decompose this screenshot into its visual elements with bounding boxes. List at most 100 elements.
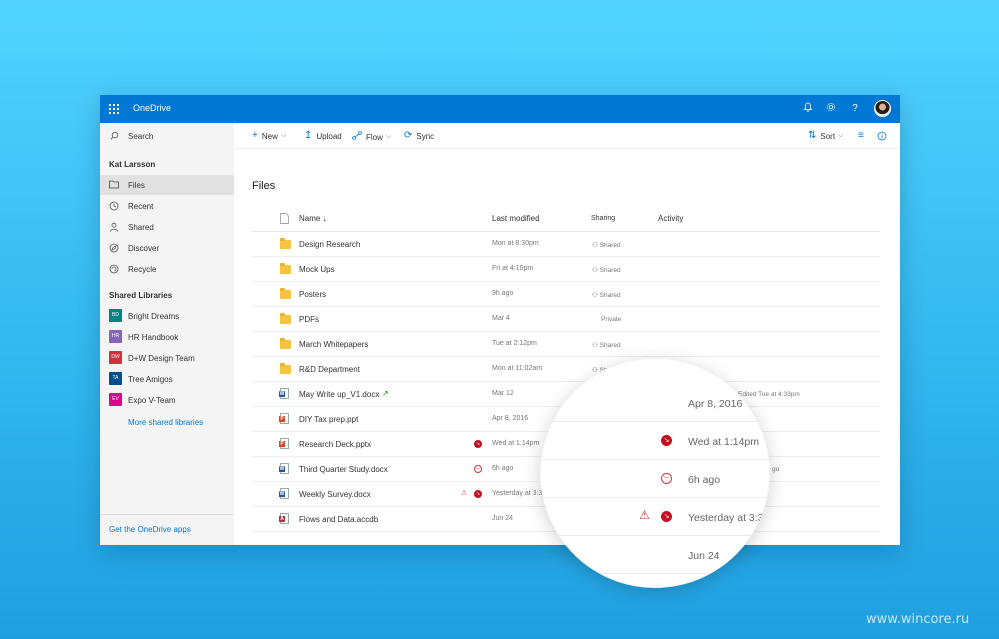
list-view-icon: ≡ [858, 130, 864, 141]
search-label: Search [128, 132, 154, 141]
file-name[interactable]: DIY Tax prep.ppt [299, 415, 358, 424]
sidebar-item-discover[interactable]: Discover [100, 238, 234, 258]
recycle-icon [109, 264, 119, 274]
library-label: Tree Amigos [128, 375, 173, 384]
sidebar-item-recycle[interactable]: Recycle [100, 259, 234, 279]
chevron-down-icon: ⌵ [838, 132, 844, 139]
last-modified: Mon at 11:02am [492, 365, 543, 372]
file-name[interactable]: Posters [299, 290, 326, 299]
new-button[interactable]: + New ⌵ [252, 131, 286, 141]
library-bright-dreams[interactable]: BD Bright Dreams [100, 306, 234, 326]
activity-text: go [772, 466, 780, 473]
column-last-modified[interactable]: Last modified [492, 214, 540, 223]
file-name[interactable]: Mock Ups [299, 265, 335, 274]
magnified-row: ⚠ ↘ Yesterday at 3:3 [540, 498, 770, 536]
help-icon[interactable]: ? [848, 102, 862, 116]
sharing-status: ⚇ Shared [592, 242, 621, 249]
file-name[interactable]: May Write up_V1.docx [299, 390, 379, 399]
blocked-icon[interactable]: – [474, 465, 482, 473]
upload-label: Upload [316, 131, 342, 141]
column-activity[interactable]: Activity [658, 214, 683, 223]
sync-label: Sync [416, 131, 435, 141]
sync-error-icon: ↘ [661, 511, 672, 522]
sort-icon: ⇅ [808, 130, 817, 141]
sync-button[interactable]: ⟳ Sync [404, 131, 434, 141]
last-modified: Fri at 4:10pm [492, 265, 534, 272]
discover-icon [109, 243, 119, 253]
upload-button[interactable]: ↥ Upload [304, 131, 342, 141]
more-shared-libraries-link[interactable]: More shared libraries [128, 418, 203, 427]
magnified-row: Jun 24 [540, 536, 770, 574]
plus-icon: + [252, 130, 258, 141]
library-dw-design-team[interactable]: DW D+W Design Team [100, 348, 234, 368]
last-modified: Mon at 8:30pm [492, 240, 539, 247]
folder-icon [280, 238, 291, 249]
onedrive-window: OneDrive ? Search Kat Larsson Files Rece… [100, 95, 900, 545]
library-label: HR Handbook [128, 333, 179, 342]
file-name[interactable]: Flows and Data.accdb [299, 515, 378, 524]
chevron-down-icon: ⌵ [280, 132, 287, 139]
file-name[interactable]: PDFs [299, 315, 319, 324]
table-row[interactable]: Mock Ups Fri at 4:10pm ⚇ Shared [252, 257, 880, 282]
sidebar-item-files[interactable]: Files [100, 175, 234, 195]
trending-icon: ↗ [382, 389, 389, 398]
app-title[interactable]: OneDrive [133, 103, 171, 113]
file-name[interactable]: Weekly Survey.docx [299, 490, 371, 499]
sidebar-item-recent[interactable]: Recent [100, 196, 234, 216]
word-file-icon: W [279, 463, 289, 474]
table-row[interactable]: R&D Department Mon at 11:02am ⚇ Sh [252, 357, 880, 382]
magnified-row: – 6h ago [540, 460, 770, 498]
file-name[interactable]: Third Quarter Study.docx [299, 465, 388, 474]
sync-error-icon[interactable]: ↘ [474, 440, 482, 448]
access-file-icon: A [279, 513, 289, 524]
gear-icon[interactable] [824, 102, 838, 116]
magnified-date: 6h ago [688, 474, 721, 486]
shared-libraries-heading: Shared Libraries [109, 291, 173, 300]
view-options-button[interactable]: ≡ [858, 131, 868, 141]
sort-button[interactable]: ⇅ Sort ⌵ [808, 131, 843, 141]
library-expo-v-team[interactable]: EV Expo V-Team [100, 390, 234, 410]
table-row[interactable]: Design Research Mon at 8:30pm ⚇ Shared [252, 232, 880, 257]
file-name[interactable]: Research Deck.pptx [299, 440, 371, 449]
column-name[interactable]: Name ↓ [299, 214, 327, 223]
search-box[interactable]: Search [100, 126, 234, 146]
file-name[interactable]: March Whitepapers [299, 340, 368, 349]
sidebar-item-label: Shared [128, 223, 154, 232]
sync-icon: ⟳ [404, 130, 413, 141]
folder-icon [109, 180, 119, 190]
bell-icon[interactable] [801, 102, 815, 116]
sidebar-divider [100, 514, 234, 515]
flow-label: Flow [366, 132, 383, 142]
sharing-status: ⚇ Shared [592, 342, 621, 349]
flow-icon [352, 131, 362, 143]
file-name[interactable]: Design Research [299, 240, 360, 249]
warning-icon[interactable]: ⚠ [460, 490, 468, 498]
library-badge: EV [109, 393, 122, 406]
person-icon [109, 222, 119, 232]
sidebar-item-label: Recycle [128, 265, 157, 274]
avatar[interactable] [874, 100, 891, 117]
sidebar-item-label: Files [128, 181, 145, 190]
table-row[interactable]: Posters 9h ago ⚇ Shared [252, 282, 880, 307]
sync-error-icon: ↘ [661, 435, 672, 446]
sharing-status: ⚇ Shared [592, 267, 621, 274]
get-apps-link[interactable]: Get the OneDrive apps [109, 525, 191, 534]
column-sharing[interactable]: Sharing [591, 215, 615, 222]
flow-button[interactable]: Flow ⌵ [352, 131, 391, 143]
library-label: Bright Dreams [128, 312, 180, 321]
library-tree-amigos[interactable]: TA Tree Amigos [100, 369, 234, 389]
waffle-icon[interactable] [109, 104, 119, 114]
magnifier-callout: Apr 8, 2016 ↘ Wed at 1:14pm – 6h ago ⚠ ↘… [540, 358, 770, 588]
table-row[interactable]: March Whitepapers Tue at 2:12pm ⚇ Shared [252, 332, 880, 357]
file-name[interactable]: R&D Department [299, 365, 360, 374]
user-name: Kat Larsson [109, 160, 156, 169]
sync-error-icon[interactable]: ↘ [474, 490, 482, 498]
warning-icon: ⚠ [639, 508, 650, 522]
sidebar-item-label: Discover [128, 244, 160, 253]
sidebar-item-shared[interactable]: Shared [100, 217, 234, 237]
table-row[interactable]: PDFs Mar 4 Private [252, 307, 880, 332]
page-title: Files [252, 180, 276, 192]
info-button[interactable] [877, 131, 891, 144]
library-hr-handbook[interactable]: HR HR Handbook [100, 327, 234, 347]
powerpoint-file-icon: P [279, 413, 289, 424]
